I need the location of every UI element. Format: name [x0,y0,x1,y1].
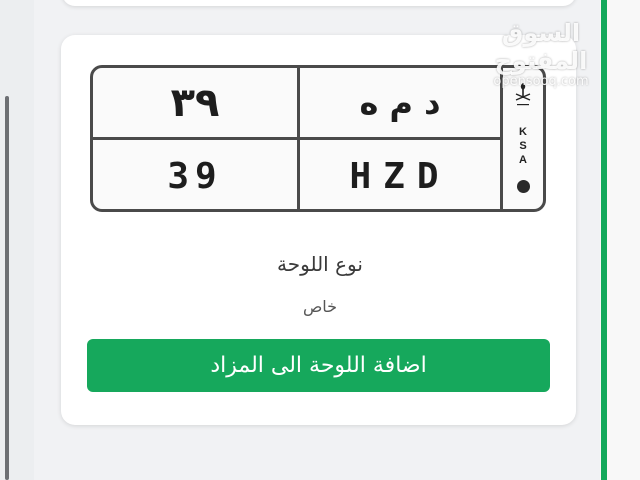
plate-type-label: نوع اللوحة [277,252,363,276]
plate-country-strip: K S A [503,68,543,209]
plate-dot [517,180,530,193]
watermark-brand-en: opensooq.com [493,74,589,89]
plate-arabic-numbers: ٣٩ [170,79,220,126]
add-plate-to-auction-button[interactable]: اضافة اللوحة الى المزاد [87,339,550,392]
previous-card [62,0,576,6]
scrollbar-thumb[interactable] [5,96,9,480]
plate-english-numbers: 39 [167,155,223,197]
country-letter: K [519,126,527,138]
plate-type-value: خاص [302,297,338,316]
watermark-brand-ar: السوق المفتوح [494,19,588,75]
plate-english-letters: HZD [349,155,451,197]
opensooq-watermark: السوق المفتوح opensooq.com [466,19,616,89]
country-letter: S [519,140,527,152]
country-letter: A [519,154,527,166]
